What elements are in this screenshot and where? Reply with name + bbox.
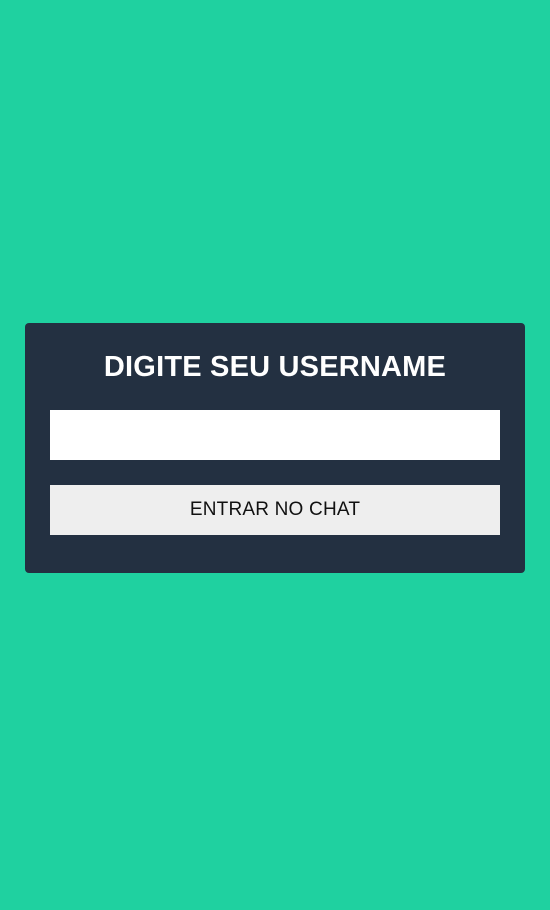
username-input[interactable] [50, 410, 500, 460]
page: DIGITE SEU USERNAME ENTRAR NO CHAT [0, 0, 550, 910]
enter-chat-button[interactable]: ENTRAR NO CHAT [50, 485, 500, 535]
card-title: DIGITE SEU USERNAME [103, 351, 447, 383]
login-card: DIGITE SEU USERNAME ENTRAR NO CHAT [25, 323, 525, 573]
